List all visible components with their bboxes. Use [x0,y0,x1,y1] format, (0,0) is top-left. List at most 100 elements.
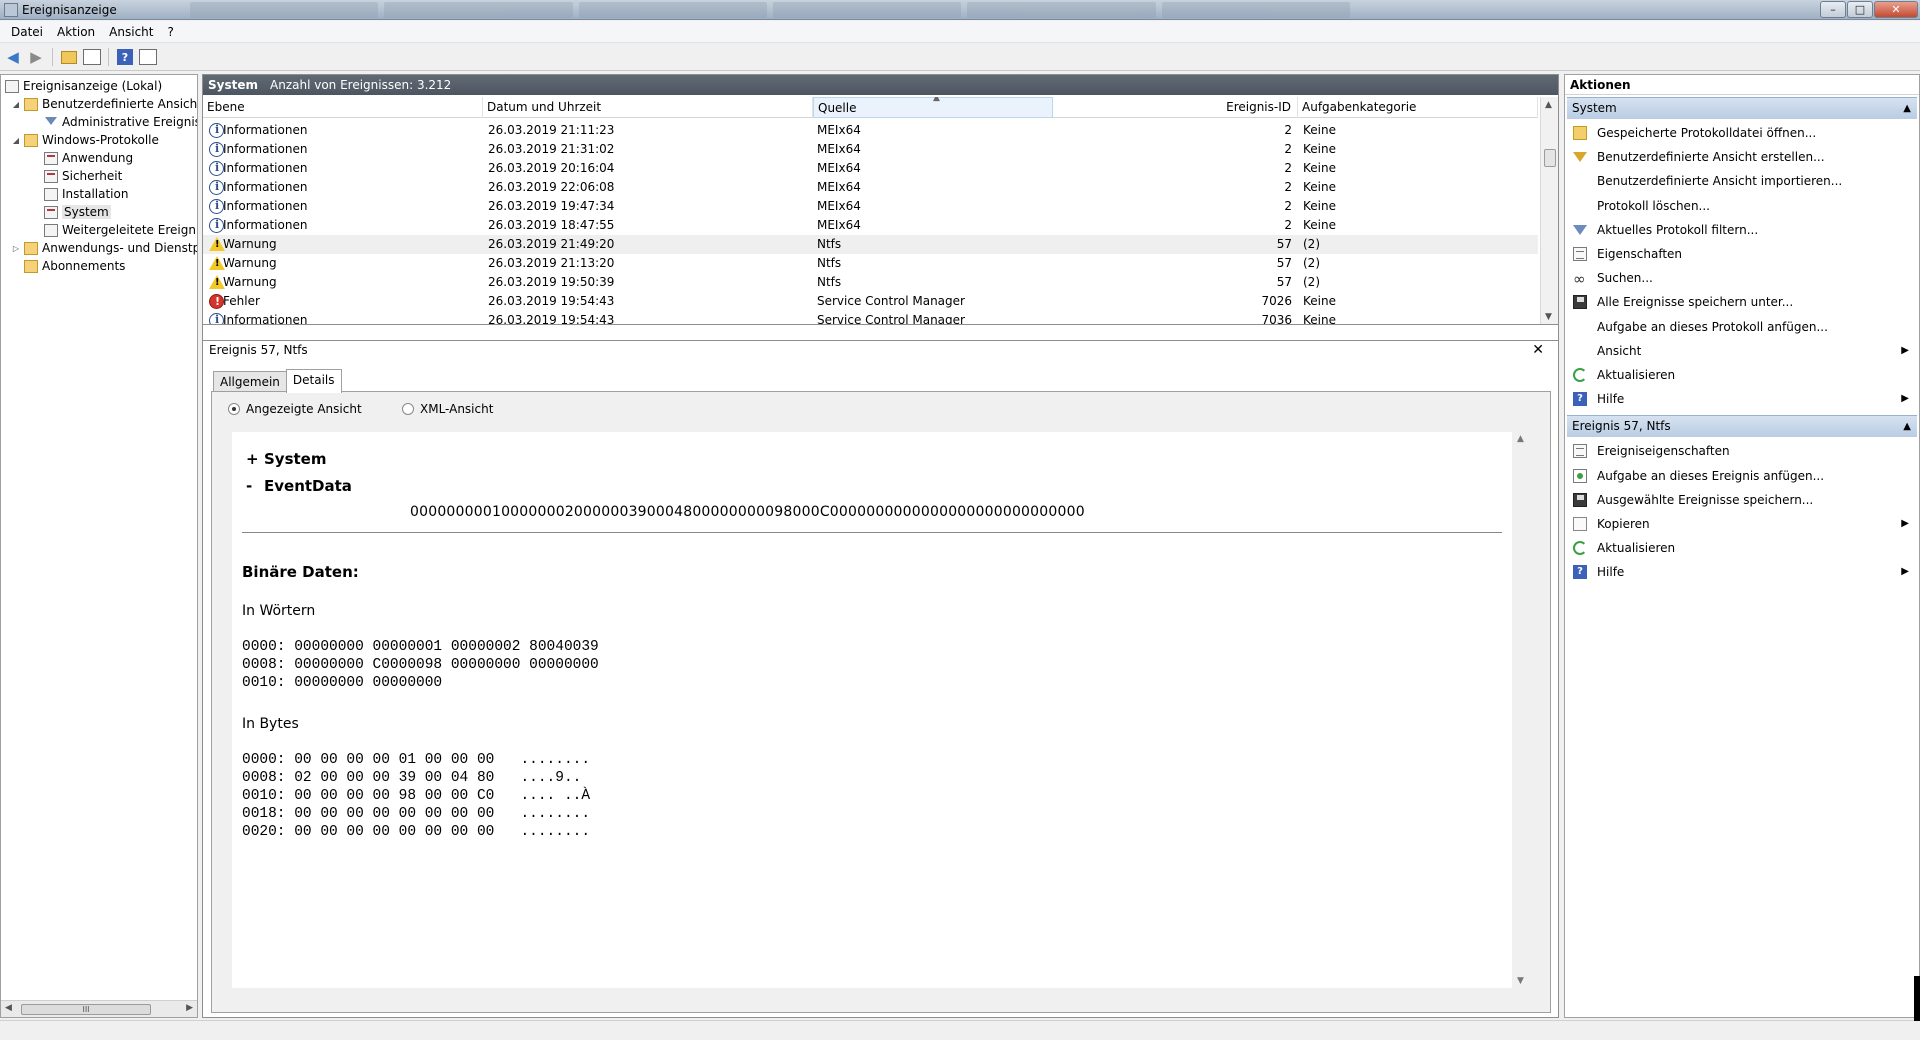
table-row[interactable]: Warnung 26.03.2019 21:13:20 Ntfs 57 (2) [203,254,1538,273]
scroll-left-icon[interactable]: ◀ [5,1003,12,1013]
show-hide-tree-icon[interactable] [82,47,102,67]
table-row[interactable]: Informationen 26.03.2019 18:47:55 MEIx64 2K… [203,216,1538,235]
expand-sign[interactable]: + [246,450,264,468]
show-hide-actions-icon[interactable] [138,47,158,67]
action-item[interactable]: ? Hilfe ▶ [1567,560,1917,584]
column-datum-und-uhrzeit[interactable]: Datum und Uhrzeit [483,97,813,118]
folder-icon [24,241,38,255]
radio-xml-ansicht[interactable]: XML-Ansicht [402,402,493,416]
tree-node-weitergeleitete-ereignisse[interactable]: Weitergeleitete Ereignisse [44,221,197,239]
action-item[interactable]: Gespeicherte Protokolldatei öffnen... [1567,121,1917,145]
tree-node-abonnements[interactable]: Abonnements [24,257,125,275]
table-row[interactable]: Informationen 26.03.2019 21:11:23 MEIx64 2K… [203,121,1538,140]
resize-grip[interactable] [1914,976,1920,1021]
tree-node-benutzerdefinierte-ansichten[interactable]: ◢ Benutzerdefinierte Ansichten [11,95,197,113]
help-icon[interactable]: ? [115,47,135,67]
section-eventdata[interactable]: - EventData [246,477,352,495]
info-icon [209,123,224,138]
action-item[interactable]: Aktualisieren [1567,363,1917,387]
column-ebene[interactable]: Ebene [203,97,483,118]
tree-horizontal-scrollbar[interactable]: ◀ III ▶ [1,1000,197,1017]
tree-node-anwendung[interactable]: Anwendung [44,149,133,167]
table-row[interactable]: Informationen 26.03.2019 20:16:04 MEIx64 2K… [203,159,1538,178]
action-item[interactable]: Aktuelles Protokoll filtern... [1567,218,1917,242]
table-row[interactable]: Informationen 26.03.2019 21:31:02 MEIx64 2K… [203,140,1538,159]
collapse-arrow-icon[interactable]: ◢ [11,136,21,145]
grid-vertical-scrollbar[interactable]: ▲ ▼ [1540,97,1558,324]
close-icon[interactable]: ✕ [1532,341,1544,360]
action-item[interactable]: Ausgewählte Ereignisse speichern... [1567,488,1917,512]
action-item[interactable]: Kopieren ▶ [1567,512,1917,536]
table-row[interactable]: Warnung 26.03.2019 19:50:39 Ntfs 57 (2) [203,273,1538,292]
details-vertical-scrollbar[interactable]: ▲ ▼ [1512,432,1530,988]
scroll-down-icon[interactable]: ▼ [1545,312,1552,322]
cell-level: Warnung [223,237,277,251]
tab-details[interactable]: Details [285,369,342,393]
log-icon [44,223,58,237]
maximize-button[interactable]: □ [1847,1,1873,18]
scroll-down-icon[interactable]: ▼ [1517,976,1524,986]
close-button[interactable]: ✕ [1874,1,1918,18]
scroll-up-icon[interactable]: ▲ [1545,100,1552,110]
action-item[interactable]: Aktualisieren [1567,536,1917,560]
action-item[interactable]: Suchen... [1567,266,1917,291]
action-item[interactable]: Benutzerdefinierte Ansicht importieren..… [1567,169,1917,193]
detail-title: Ereignis 57, Ntfs [209,343,308,357]
radio-unselected-icon[interactable] [402,403,414,415]
cell-level: Warnung [223,256,277,270]
action-item[interactable]: Benutzerdefinierte Ansicht erstellen... [1567,145,1917,169]
table-row[interactable]: Informationen 26.03.2019 19:47:34 MEIx64 2K… [203,197,1538,216]
minimize-button[interactable]: – [1820,1,1846,18]
tab-allgemein[interactable]: Allgemein [213,371,287,392]
table-row[interactable]: Warnung 26.03.2019 21:49:20 Ntfs 57 (2) [203,235,1538,254]
table-row[interactable]: Informationen 26.03.2019 22:06:08 MEIx64 2K… [203,178,1538,197]
action-item[interactable]: ? Hilfe ▶ [1567,387,1917,411]
navigation-tree: Ereignisanzeige (Lokal) ◢ Benutzerdefini… [0,74,198,1018]
action-item[interactable]: Aufgabe an dieses Ereignis anfügen... [1567,464,1917,488]
menu-datei[interactable]: Datei [4,25,50,39]
bytes-title: In Bytes [242,716,299,732]
action-item[interactable]: Alle Ereignisse speichern unter... [1567,290,1917,314]
menu-aktion[interactable]: Aktion [50,25,102,39]
collapse-arrow-icon[interactable]: ◢ [11,100,21,109]
scrollbar-thumb[interactable] [1544,149,1556,167]
info-icon [209,199,224,214]
cell-date: 26.03.2019 18:47:55 [488,218,615,232]
expand-arrow-icon[interactable]: ▷ [11,244,21,253]
action-label: Kopieren [1597,517,1650,531]
section-system[interactable]: + System [246,450,326,468]
cell-level: Informationen [223,161,308,175]
action-item[interactable]: Protokoll löschen... [1567,194,1917,218]
tree-node-ereignisanzeige[interactable]: Ereignisanzeige (Lokal) [5,77,162,95]
action-item[interactable]: Eigenschaften [1567,242,1917,266]
column-aufgabenkategorie[interactable]: Aufgabenkategorie [1298,97,1538,118]
forward-icon[interactable]: ▶ [26,47,46,67]
collapse-sign[interactable]: - [246,477,264,495]
menu-ansicht[interactable]: Ansicht [102,25,160,39]
column-ereignis-id[interactable]: Ereignis-ID [1053,97,1298,118]
tree-node-administrative-ereignisse[interactable]: Administrative Ereignisse [44,113,197,131]
back-icon[interactable]: ◀ [3,47,23,67]
menu-help[interactable]: ? [160,25,180,39]
table-row[interactable]: Fehler 26.03.2019 19:54:43 Service Control… [203,292,1538,311]
up-folder-icon[interactable] [59,47,79,67]
tree-node-installation[interactable]: Installation [44,185,128,203]
radio-selected-icon[interactable] [228,403,240,415]
tree-node-system[interactable]: System [44,203,111,221]
table-row[interactable]: Informationen 26.03.2019 19:54:43 Service … [203,311,1538,324]
scroll-right-icon[interactable]: ▶ [186,1003,193,1013]
cell-category: Keine [1303,123,1336,137]
scroll-up-icon[interactable]: ▲ [1517,434,1524,444]
action-item[interactable]: Ereigniseigenschaften [1567,439,1917,463]
collapse-caret-icon[interactable]: ▲ [1903,416,1911,437]
radio-angezeigte-ansicht[interactable]: Angezeigte Ansicht [228,402,362,416]
tree-node-sicherheit[interactable]: Sicherheit [44,167,122,185]
tree-node-windows-protokolle[interactable]: ◢ Windows-Protokolle [11,131,159,149]
action-item[interactable]: Ansicht ▶ [1567,339,1917,363]
action-item[interactable]: Aufgabe an dieses Protokoll anfügen... [1567,315,1917,339]
actions-group-header[interactable]: System ▲ [1567,97,1917,119]
actions-group-header[interactable]: Ereignis 57, Ntfs ▲ [1567,415,1917,438]
tree-node-anwendungs-und-dienstprotokolle[interactable]: ▷ Anwendungs- und Dienstprotokolle [11,239,197,257]
collapse-caret-icon[interactable]: ▲ [1903,98,1911,119]
scrollbar-thumb[interactable]: III [21,1004,151,1015]
